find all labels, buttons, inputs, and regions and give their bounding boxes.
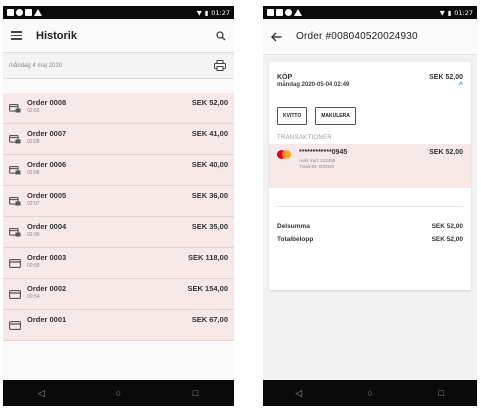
subtotal-label: Delsumma <box>277 223 310 230</box>
date-header: måndag 4 maj 2020 <box>3 53 234 79</box>
order-amount: SEK 36,00 <box>191 191 228 200</box>
total-label: Totalbelopp <box>277 236 314 243</box>
order-amount: SEK 154,00 <box>187 284 228 293</box>
order-name: Order 0008 <box>27 98 67 107</box>
transaction-amount: SEK 52,00 <box>429 149 463 156</box>
divider <box>277 206 463 207</box>
order-row[interactable]: Order 0001 SEK 67,00 <box>3 310 234 341</box>
void-button[interactable]: MAKULERA <box>315 107 356 125</box>
total-value: SEK 52,00 <box>431 236 463 243</box>
orders-list: Order 0008 02:56 SEK 52,00 Order 0007 02:08 S… <box>3 93 234 380</box>
purchase-amount: SEK 52,00 <box>429 74 463 81</box>
transaction-row[interactable]: ************0945 Aukt. kod: 123456 Trans… <box>269 144 471 188</box>
card-icon <box>9 321 21 330</box>
order-amount: SEK 118,00 <box>187 253 228 262</box>
order-row[interactable]: Order 0007 02:08 SEK 41,00 <box>3 124 234 155</box>
recents-nav-icon[interactable]: □ <box>184 388 208 398</box>
order-row[interactable]: Order 0004 02:06 SEK 35,00 <box>3 217 234 248</box>
chevron-up-icon[interactable]: ^ <box>459 82 463 89</box>
order-name: Order 0007 <box>27 129 67 138</box>
order-name: Order 0002 <box>27 284 67 293</box>
page-title: Order #008040520024930 <box>296 31 418 42</box>
subtotal-value: SEK 52,00 <box>431 223 463 230</box>
order-name: Order 0005 <box>27 191 67 200</box>
order-time: 02:08 <box>27 170 40 176</box>
mastercard-icon <box>277 150 291 159</box>
back-nav-icon[interactable]: ◁ <box>30 388 54 399</box>
order-name: Order 0006 <box>27 160 67 169</box>
status-time: 01:27 <box>211 8 230 17</box>
order-time: 00:58 <box>27 263 40 269</box>
order-name: Order 0001 <box>27 315 67 324</box>
card-icon <box>9 290 21 299</box>
app-bar: Historik <box>3 19 234 53</box>
order-row[interactable]: Order 0005 02:07 SEK 36,00 <box>3 186 234 217</box>
app-bar: Order #008040520024930 <box>263 19 477 55</box>
order-name: Order 0003 <box>27 253 67 262</box>
notification-icons <box>7 9 42 16</box>
card-number: ************0945 <box>299 149 348 156</box>
order-amount: SEK 35,00 <box>191 222 228 231</box>
order-row[interactable]: Order 0008 02:56 SEK 52,00 <box>3 93 234 124</box>
order-detail-screen: ▼ ▮ 01:27 Order #008040520024930 KÖP SEK… <box>263 6 477 406</box>
order-amount: SEK 67,00 <box>191 315 228 324</box>
status-time: 01:27 <box>454 8 473 17</box>
transaction-id: Trans-ID: 000049 <box>299 163 334 169</box>
battery-icon: ▮ <box>447 8 452 17</box>
battery-icon: ▮ <box>204 8 209 17</box>
receipt-icon <box>9 197 21 206</box>
printer-icon[interactable] <box>214 60 226 71</box>
receipt-icon <box>9 166 21 175</box>
order-amount: SEK 41,00 <box>191 129 228 138</box>
order-time: 02:08 <box>27 139 40 145</box>
status-bar: ▼ ▮ 01:27 <box>263 6 477 19</box>
order-time: 02:06 <box>27 232 40 238</box>
order-time: 02:07 <box>27 201 40 207</box>
transactions-heading: TRANSAKTIONER <box>277 135 332 141</box>
purchase-date: måndag 2020-05-04 02:49 <box>277 82 350 88</box>
wifi-icon: ▼ <box>196 8 202 17</box>
page-title: Historik <box>36 29 77 42</box>
order-time: 02:56 <box>27 108 40 114</box>
receipt-icon <box>9 135 21 144</box>
order-amount: SEK 40,00 <box>191 160 228 169</box>
history-screen: ▼ ▮ 01:27 Historik måndag 4 maj 2020 Ord… <box>3 6 234 406</box>
wifi-icon: ▼ <box>439 8 445 17</box>
order-amount: SEK 52,00 <box>191 98 228 107</box>
status-bar: ▼ ▮ 01:27 <box>3 6 234 19</box>
order-row[interactable]: Order 0006 02:08 SEK 40,00 <box>3 155 234 186</box>
recents-nav-icon[interactable]: □ <box>429 388 453 398</box>
menu-icon[interactable] <box>11 29 22 43</box>
home-nav-icon[interactable]: ○ <box>358 388 382 398</box>
order-time: 00:54 <box>27 294 40 300</box>
order-row[interactable]: Order 0003 00:58 SEK 118,00 <box>3 248 234 279</box>
search-icon[interactable] <box>216 30 226 41</box>
order-name: Order 0004 <box>27 222 67 231</box>
receipt-button[interactable]: KVITTO <box>277 107 308 125</box>
date-label: måndag 4 maj 2020 <box>9 62 63 69</box>
order-row[interactable]: Order 0002 00:54 SEK 154,00 <box>3 279 234 310</box>
order-detail-card: KÖP SEK 52,00 måndag 2020-05-04 02:49 ^ … <box>269 62 471 290</box>
android-nav-bar: ◁ ○ □ <box>263 380 477 406</box>
receipt-icon <box>9 104 21 113</box>
android-nav-bar: ◁ ○ □ <box>3 380 234 406</box>
card-icon <box>9 259 21 268</box>
back-arrow-icon[interactable] <box>271 32 282 42</box>
receipt-icon <box>9 228 21 237</box>
notification-icons <box>267 9 302 16</box>
purchase-label: KÖP <box>277 74 293 81</box>
back-nav-icon[interactable]: ◁ <box>287 388 311 399</box>
home-nav-icon[interactable]: ○ <box>107 388 131 398</box>
